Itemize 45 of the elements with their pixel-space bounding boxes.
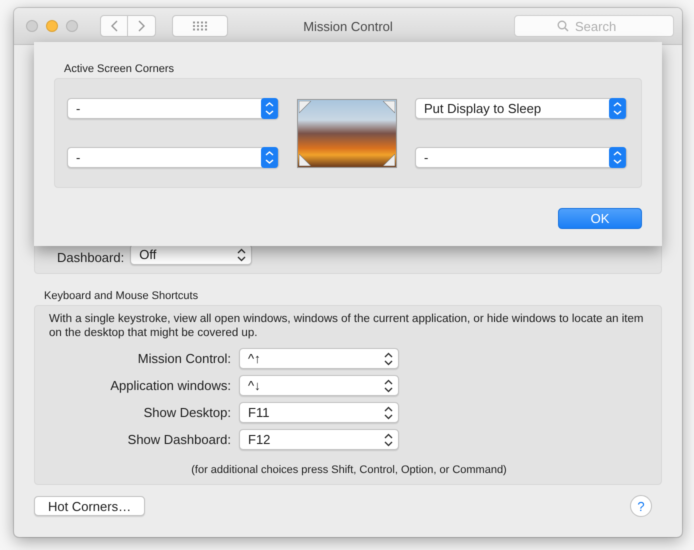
stepper-icon [384, 432, 393, 446]
section-title: Keyboard and Mouse Shortcuts [44, 290, 200, 302]
corner-action-select[interactable]: - [415, 147, 627, 168]
corner-action-select[interactable]: - [67, 147, 279, 168]
stepper-icon [384, 406, 393, 420]
shortcut-select[interactable]: ^↓ [239, 375, 399, 396]
chevron-right-icon [138, 20, 146, 32]
stepper-icon [609, 147, 626, 168]
corner-icon [299, 154, 311, 166]
section-title: Active Screen Corners [64, 63, 176, 75]
dashboard-select[interactable]: Off [130, 244, 252, 265]
description-text: With a single keystroke, view all open windows, windows of the current application, or hide windows to locate an item on the desktop that might be covered up. [49, 312, 644, 340]
shortcut-label: Mission Control: [136, 351, 231, 366]
shortcut-label: Show Desktop: [142, 405, 231, 420]
grid-icon [192, 21, 208, 31]
shortcut-select[interactable]: F11 [239, 402, 399, 423]
corner-action-select[interactable]: Put Display to Sleep [415, 98, 627, 119]
stepper-icon [609, 98, 626, 119]
window-title: Mission Control [303, 18, 393, 34]
search-icon [557, 20, 569, 32]
help-button[interactable]: ? [630, 495, 652, 517]
minimize-button[interactable] [46, 20, 58, 32]
back-button[interactable] [100, 15, 128, 37]
corner-icon [383, 154, 395, 166]
corner-icon [299, 100, 311, 112]
corner-action-select[interactable]: - [67, 98, 279, 119]
search-field[interactable]: Search [514, 15, 674, 37]
shortcut-label: Application windows: [109, 378, 231, 393]
stepper-icon [384, 352, 393, 366]
hot-corners-button[interactable]: Hot Corners… [34, 496, 146, 516]
shortcut-select[interactable]: ^↑ [239, 348, 399, 369]
forward-button[interactable] [128, 15, 156, 37]
hint-text: (for additional choices press Shift, Control, Option, or Command) [190, 464, 508, 476]
zoom-button[interactable] [66, 20, 78, 32]
dashboard-label: Dashboard: [57, 250, 124, 265]
shortcut-label: Show Dashboard: [126, 432, 231, 447]
corner-icon [383, 100, 395, 112]
close-button[interactable] [26, 20, 38, 32]
stepper-icon [384, 378, 393, 392]
stepper-icon [261, 147, 278, 168]
show-all-button[interactable] [172, 15, 228, 37]
shortcut-select[interactable]: F12 [239, 429, 399, 450]
stepper-icon [237, 248, 246, 262]
stepper-icon [261, 98, 278, 119]
chevron-left-icon [110, 20, 118, 32]
